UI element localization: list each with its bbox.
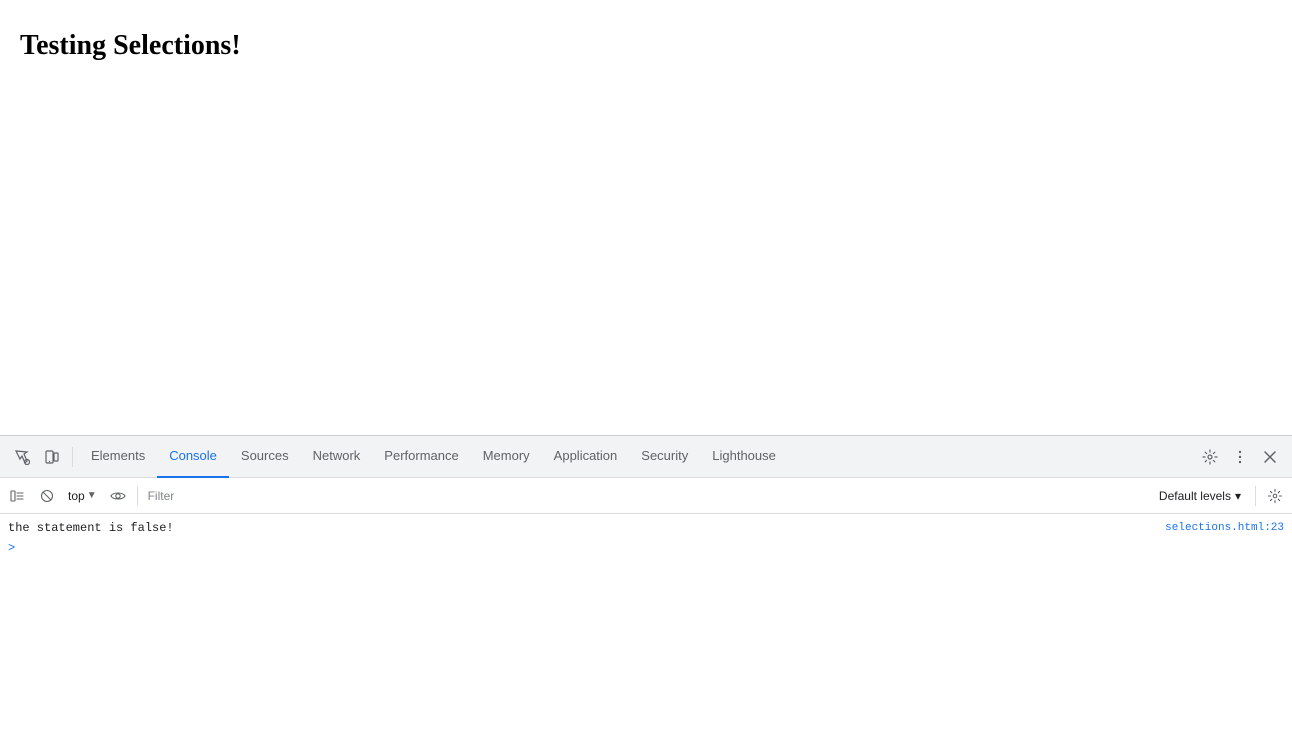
context-selector-text: top: [68, 489, 85, 503]
devtools-right-icons: [1196, 443, 1284, 471]
console-toolbar-divider: [137, 486, 138, 506]
context-selector-arrow: ▼: [87, 490, 97, 501]
inspect-element-button[interactable]: [8, 443, 36, 471]
tab-security[interactable]: Security: [629, 436, 700, 478]
filter-input[interactable]: [144, 484, 1147, 508]
default-levels-button[interactable]: Default levels ▾: [1151, 483, 1249, 509]
console-output: the statement is false! selections.html:…: [0, 514, 1292, 755]
tab-memory[interactable]: Memory: [471, 436, 542, 478]
devtools-toolbar: Elements Console Sources Network Perform…: [0, 436, 1292, 478]
console-log-row: the statement is false! selections.html:…: [0, 518, 1292, 538]
console-settings-button[interactable]: [1262, 483, 1288, 509]
default-levels-label: Default levels: [1159, 489, 1231, 503]
device-toolbar-button[interactable]: [38, 443, 66, 471]
tab-network[interactable]: Network: [301, 436, 373, 478]
devtools-tabs: Elements Console Sources Network Perform…: [79, 436, 1194, 478]
devtools-panel: Elements Console Sources Network Perform…: [0, 435, 1292, 755]
console-log-text: the statement is false!: [8, 521, 174, 535]
tab-elements[interactable]: Elements: [79, 436, 157, 478]
settings-button[interactable]: [1196, 443, 1224, 471]
console-toolbar: top ▼ Default levels ▾: [0, 478, 1292, 514]
tab-application[interactable]: Application: [542, 436, 630, 478]
more-options-button[interactable]: [1226, 443, 1254, 471]
tab-console[interactable]: Console: [157, 436, 229, 478]
default-levels-arrow: ▾: [1235, 489, 1241, 503]
tab-sources[interactable]: Sources: [229, 436, 301, 478]
tab-lighthouse[interactable]: Lighthouse: [700, 436, 788, 478]
clear-console-button[interactable]: [34, 483, 60, 509]
console-chevron: >: [8, 541, 15, 555]
toolbar-divider: [72, 447, 73, 467]
tab-performance[interactable]: Performance: [372, 436, 470, 478]
page-content: Testing Selections!: [0, 0, 1292, 435]
close-devtools-button[interactable]: [1256, 443, 1284, 471]
console-right-divider: [1255, 486, 1256, 506]
console-log-source[interactable]: selections.html:23: [1165, 522, 1284, 534]
show-console-sidebar-button[interactable]: [4, 483, 30, 509]
context-selector[interactable]: top ▼: [64, 483, 101, 509]
console-prompt-row[interactable]: >: [0, 538, 1292, 558]
live-expressions-button[interactable]: [105, 483, 131, 509]
page-title: Testing Selections!: [20, 30, 1272, 62]
